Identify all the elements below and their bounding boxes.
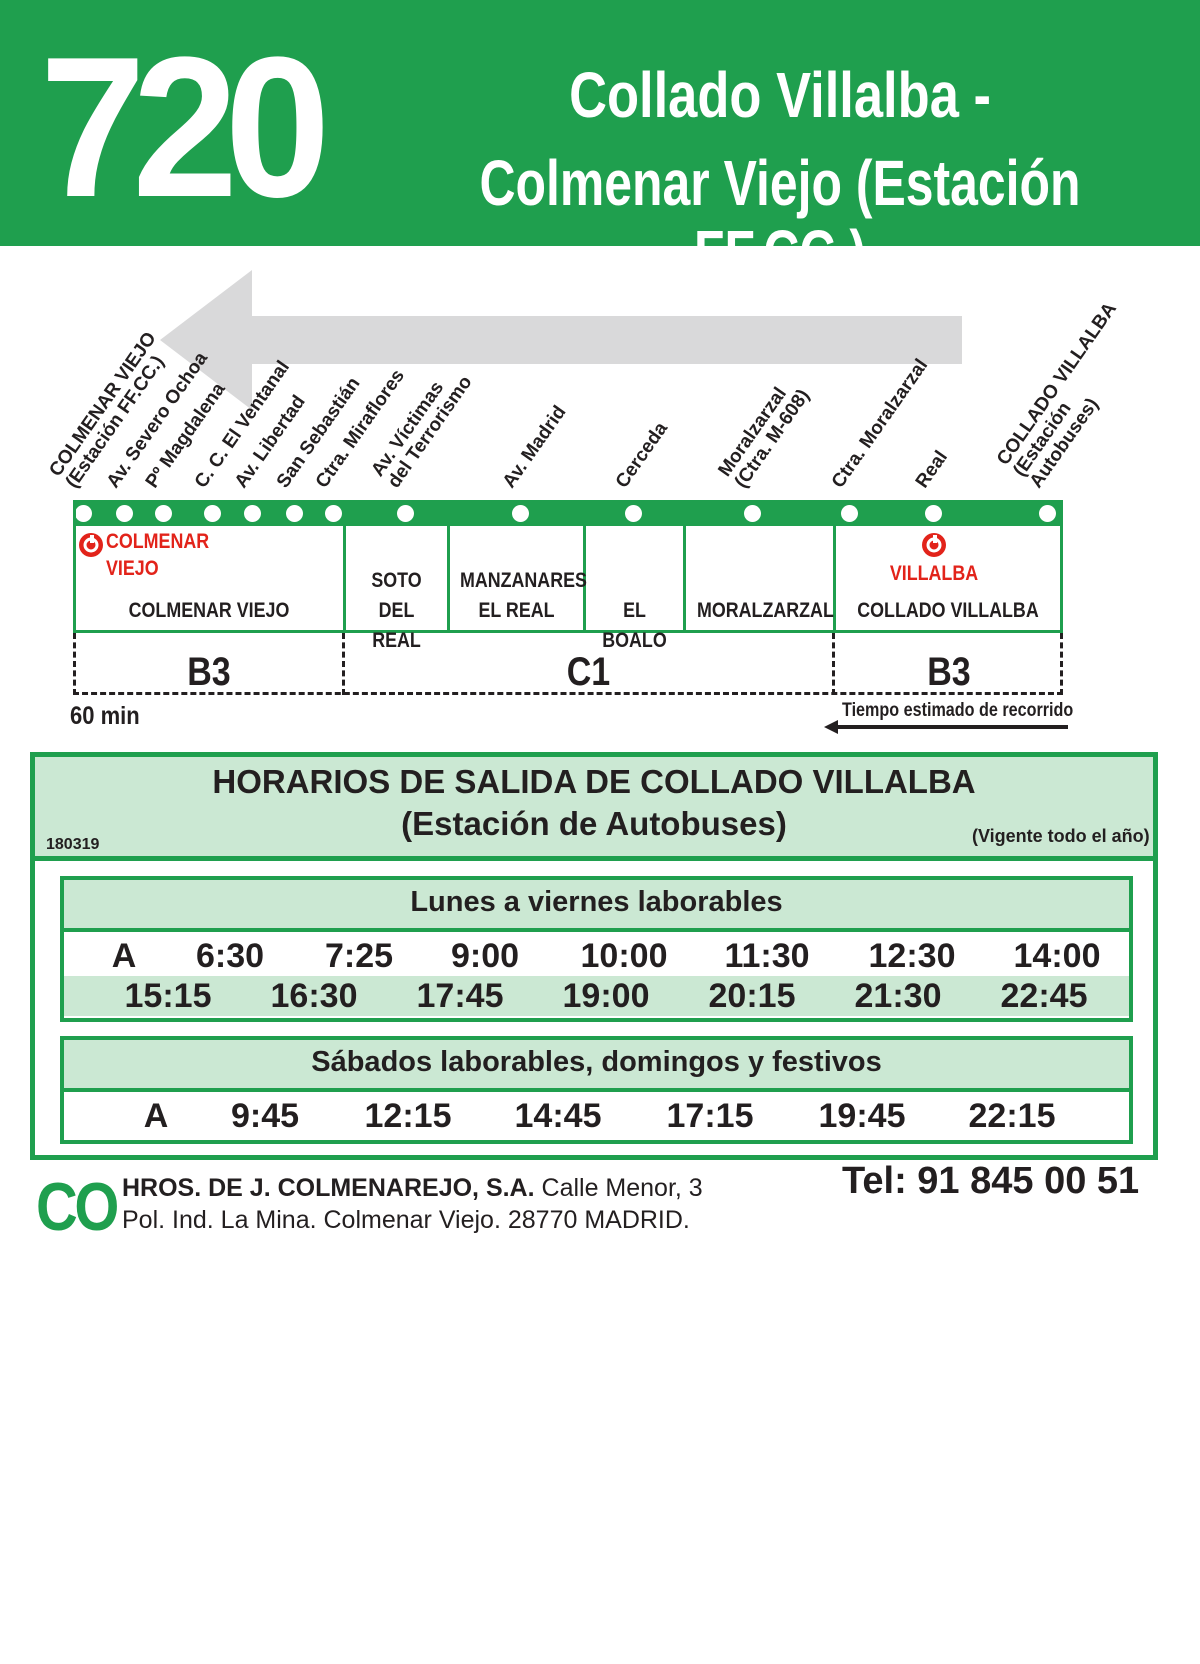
stop-label-13: COLLADO VILLALBA (Estación Autobuses) (993, 299, 1154, 492)
stop-label-9: Cerceda (611, 418, 673, 492)
travel-time-label: Tiempo estimado de recorrido (842, 700, 1074, 721)
company-logo: CO (36, 1169, 119, 1245)
departure-time: 22:15 (968, 1097, 1056, 1135)
colmenar-rail-line2: VIEJO (106, 557, 159, 580)
town-manzanares: MANZANARES EL REAL (459, 566, 587, 626)
route-title-line2: Colmenar Viejo (Estación FF.CC.) (479, 147, 1081, 289)
stop-label-line: (Estación (1009, 398, 1076, 481)
company-address2: Pol. Ind. La Mina. Colmenar Viejo. 28770… (122, 1206, 690, 1234)
company-line1: HROS. DE J. COLMENAREJO, S.A. Calle Meno… (122, 1172, 703, 1204)
town-divider (683, 526, 686, 633)
departure-time: A (143, 1097, 169, 1135)
stop-label-12: Real (911, 447, 953, 492)
zone-divider (342, 633, 345, 695)
departure-time: 12:15 (364, 1097, 452, 1135)
train-station-icon (922, 533, 946, 557)
departure-time: 7:25 (324, 937, 394, 975)
zone-left: B3 (187, 650, 231, 694)
weekend-section: Sábados laborables, domingos y festivos … (60, 1036, 1133, 1144)
town-villalba: COLLADO VILLALBA (857, 599, 1039, 622)
town-moralzarzal: MORALZARZAL (697, 599, 834, 622)
town-manzanares-line2: EL REAL (478, 599, 555, 622)
departure-time: 17:45 (416, 977, 504, 1015)
train-station-icon (79, 533, 103, 557)
town-divider (447, 526, 450, 633)
villalba-rail-label: VILLALBA (889, 562, 979, 585)
weekday-section: Lunes a viernes laborables A 6:30 7:25 9:00… (60, 876, 1133, 1022)
zone-middle: C1 (566, 650, 611, 694)
departure-time: 10:00 (580, 937, 668, 975)
schedule-header-rule (35, 856, 1153, 861)
company-address1: Calle Menor, 3 (534, 1174, 703, 1202)
town-manzanares-line1: MANZANARES (459, 569, 587, 592)
departure-time: 6:30 (195, 937, 265, 975)
departure-time: A (111, 937, 137, 975)
colmenar-rail-line1: COLMENAR (106, 530, 210, 553)
schedule-code: 180319 (46, 836, 100, 853)
departure-time: 20:15 (708, 977, 796, 1015)
schedule-validity: (Vigente todo el año) (972, 826, 1150, 846)
town-soto-line1: SOTO DEL (371, 569, 422, 622)
stop-label-line: Real (911, 447, 953, 492)
departure-time: 11:30 (724, 937, 810, 975)
direction-arrow-icon (160, 270, 962, 410)
departure-time: 22:45 (1000, 977, 1088, 1015)
departure-time: 12:30 (868, 937, 956, 975)
stop-label-line: Cerceda (611, 418, 673, 492)
departure-time: 21:30 (854, 977, 942, 1015)
weekday-row-2: 15:15 16:30 17:45 19:00 20:15 21:30 22:45 (64, 976, 1129, 1016)
colmenar-rail-label: COLMENAR VIEJO (106, 528, 209, 582)
zone-divider (832, 633, 835, 695)
route-title-line1: Collado Villalba - (569, 59, 991, 131)
weekend-title: Sábados laborables, domingos y festivos (64, 1040, 1129, 1092)
schedule-title: HORARIOS DE SALIDA DE COLLADO VILLALBA (212, 763, 976, 800)
departure-time: 14:45 (514, 1097, 602, 1135)
departure-time: 9:00 (450, 937, 520, 975)
departure-time: 9:45 (230, 1097, 300, 1135)
company-name: HROS. DE J. COLMENAREJO, S.A. (122, 1174, 535, 1202)
departure-time: 14:00 (1013, 937, 1101, 975)
departure-time: 16:30 (270, 977, 358, 1015)
town-divider (343, 526, 346, 633)
weekday-row-1: A 6:30 7:25 9:00 10:00 11:30 12:30 14:00 (64, 936, 1129, 976)
weekend-row-1: A 9:45 12:15 14:45 17:15 19:45 22:15 (64, 1096, 1129, 1136)
weekday-title: Lunes a viernes laborables (64, 880, 1129, 932)
town-colmenar: COLMENAR VIEJO (128, 599, 290, 622)
departure-time: 19:00 (562, 977, 650, 1015)
departure-time: 19:45 (818, 1097, 906, 1135)
left-arrow-icon (824, 720, 1068, 734)
phone-number: Tel: 91 845 00 51 (842, 1160, 1140, 1202)
departure-time: 17:15 (666, 1097, 754, 1135)
travel-time: 60 min (70, 702, 140, 730)
zone-right: B3 (927, 650, 971, 694)
departure-time: 15:15 (124, 977, 212, 1015)
route-number: 720 (40, 16, 330, 239)
